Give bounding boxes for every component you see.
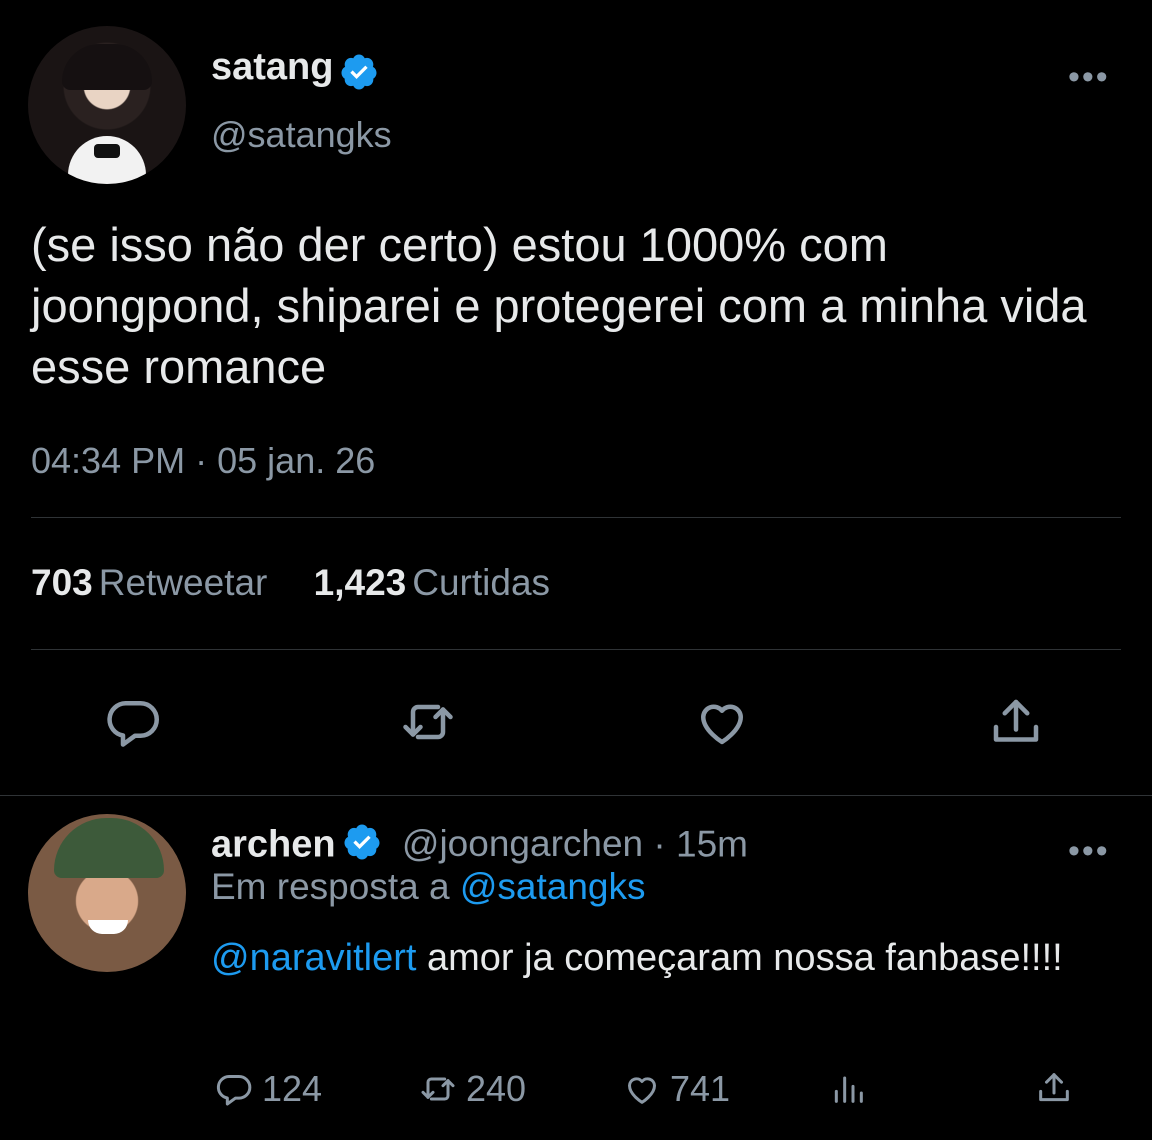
- like-count: 741: [670, 1068, 731, 1109]
- retweet-icon[interactable]: [398, 692, 458, 752]
- divider: [31, 517, 1121, 518]
- retweet-icon: [421, 1077, 455, 1101]
- reply-to-link[interactable]: @satangks: [460, 866, 646, 907]
- more-icon[interactable]: •••: [1068, 60, 1110, 94]
- divider: [31, 649, 1121, 650]
- display-name[interactable]: satang: [211, 46, 333, 88]
- reply-count: 124: [262, 1068, 323, 1109]
- reply-body: amor ja começaram nossa fanbase!!!!: [416, 937, 1063, 979]
- retweet-action[interactable]: 240: [418, 1068, 526, 1110]
- reply-action[interactable]: 124: [214, 1068, 322, 1110]
- reply-time[interactable]: 15m: [676, 823, 748, 864]
- like-icon: [628, 1077, 656, 1104]
- like-icon[interactable]: [692, 692, 752, 752]
- reply-to-line: Em resposta a @satangks: [211, 866, 646, 908]
- likes-stat[interactable]: 1,423 Curtidas: [314, 562, 550, 603]
- like-action[interactable]: 741: [622, 1068, 730, 1110]
- tweet-date: 05 jan. 26: [217, 440, 376, 481]
- more-icon[interactable]: •••: [1068, 834, 1110, 868]
- tweet-time: 04:34 PM: [31, 440, 186, 481]
- reply-text: @naravitlert amor ja começaram nossa fan…: [211, 935, 1111, 981]
- reply-icon[interactable]: [103, 692, 163, 752]
- reply-display-name[interactable]: archen: [211, 823, 336, 865]
- reply-to-label: Em resposta a: [211, 866, 450, 907]
- tweet-text: (se isso não der certo) estou 1000% com …: [31, 218, 1087, 393]
- divider: [0, 795, 1152, 796]
- separator: ·: [195, 440, 208, 481]
- reply-header: archen @joongarchen · 15m: [211, 822, 748, 871]
- verified-badge-icon: [339, 52, 379, 97]
- mention-link[interactable]: @naravitlert: [211, 937, 416, 979]
- timestamp[interactable]: 04:34 PM · 05 jan. 26: [31, 440, 375, 482]
- analytics-icon[interactable]: [828, 1068, 876, 1108]
- share-icon[interactable]: [1034, 1068, 1082, 1108]
- retweets-label: Retweetar: [98, 562, 268, 603]
- share-icon[interactable]: [986, 692, 1046, 752]
- tweet-stats: 703 Retweetar 1,423 Curtidas: [31, 562, 550, 604]
- retweet-count: 240: [466, 1068, 527, 1109]
- likes-label: Curtidas: [412, 562, 551, 603]
- separator: ·: [653, 823, 666, 865]
- likes-count: 1,423: [313, 562, 407, 603]
- verified-badge-icon: [342, 822, 382, 871]
- reply-avatar[interactable]: [28, 814, 186, 972]
- handle[interactable]: @satangks: [211, 114, 392, 156]
- retweets-stat[interactable]: 703 Retweetar: [31, 562, 267, 603]
- avatar[interactable]: [28, 26, 186, 184]
- retweets-count: 703: [31, 562, 93, 603]
- author-name-row: satang: [211, 46, 379, 97]
- reply-handle[interactable]: @joongarchen: [402, 823, 643, 864]
- reply-icon: [216, 1075, 252, 1106]
